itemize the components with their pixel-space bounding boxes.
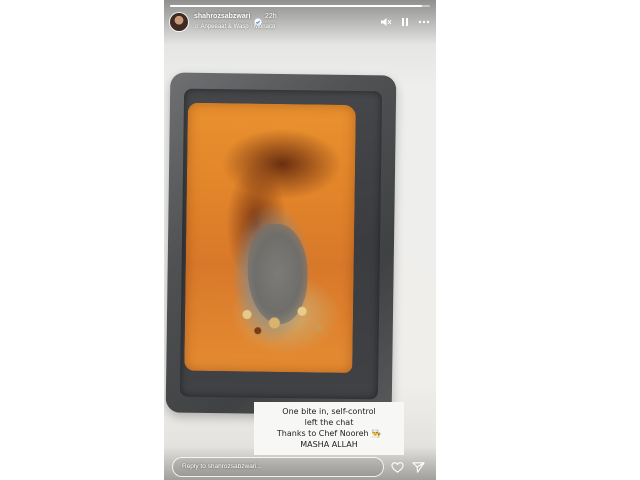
cake (184, 102, 356, 374)
cake-crumbs (224, 298, 336, 340)
verified-badge-icon (254, 13, 262, 26)
story-viewer[interactable]: shahrozsabzwari 22h ♫ Anpeeaat & Wasp · M… (164, 0, 436, 480)
reply-placeholder: Reply to shahrozsabzwari... (182, 463, 262, 470)
heart-icon[interactable] (391, 461, 404, 474)
post-time: 22h (265, 13, 277, 20)
story-header: shahrozsabzwari 22h ♫ Anpeeaat & Wasp · M… (170, 11, 430, 37)
music-sticker[interactable]: ♫ Anpeeaat & Wasp · Monaco (194, 24, 275, 30)
avatar[interactable] (170, 13, 188, 31)
caption-line-4: MASHA ALLAH (300, 440, 358, 449)
send-icon[interactable] (412, 461, 425, 474)
reply-input[interactable]: Reply to shahrozsabzwari... (172, 457, 384, 477)
music-track: Anpeeaat & Wasp · Monaco (200, 24, 276, 30)
pause-icon[interactable] (399, 16, 411, 28)
story-progress-fill (170, 5, 423, 7)
caption-line-1: One bite in, self-control (282, 407, 376, 416)
caption-line-2: left the chat (304, 418, 354, 427)
music-note-icon: ♫ (194, 24, 199, 30)
mute-icon[interactable] (380, 16, 392, 28)
caption-line-3: Thanks to Chef Nooreh (276, 429, 369, 438)
username[interactable]: shahrozsabzwari (194, 13, 250, 20)
story-progress-bar (170, 5, 430, 7)
chef-emoji-icon: 👨‍🍳 (371, 429, 382, 438)
baking-pan (165, 72, 397, 416)
more-icon[interactable] (418, 16, 430, 28)
story-caption: One bite in, self-control left the chat … (254, 402, 404, 455)
